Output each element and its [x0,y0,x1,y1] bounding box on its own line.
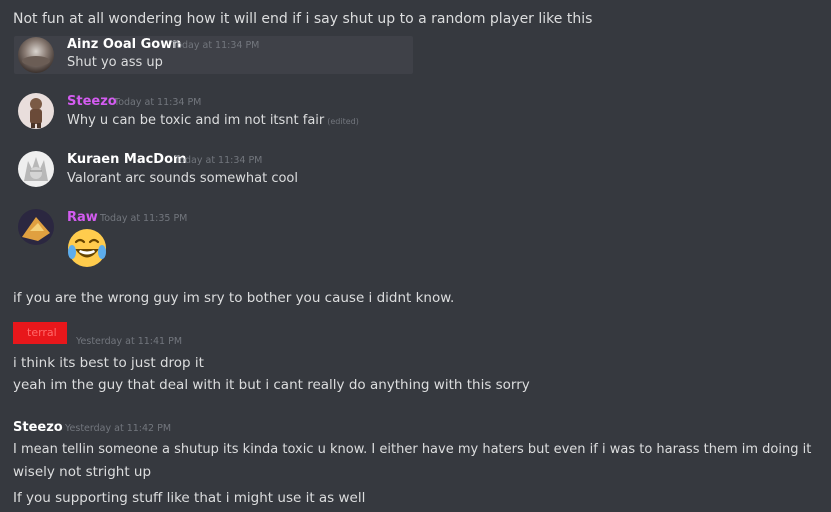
message-wrong-guy: if you are the wrong guy im sry to bothe… [13,290,455,306]
timestamp: Today at 11:35 PM [100,213,188,224]
quoted-message-raw[interactable]: Raw Today at 11:35 PM [14,208,413,272]
avatar-steezo[interactable] [18,93,54,129]
message-drop-it: i think its best to just drop it [13,355,204,371]
avatar-ainz[interactable] [18,37,54,73]
message-text: Why u can be toxic and im not itsnt fair… [67,113,359,128]
message-guy-that-deal: yeah im the guy that deal with it but i … [13,377,530,393]
quoted-message-steezo[interactable]: Steezo Today at 11:34 PM Why u can be to… [14,92,413,132]
edited-tag: (edited) [327,117,359,126]
steezo-timestamp: Yesterday at 11:42 PM [65,423,172,434]
username[interactable]: Steezo [67,94,117,109]
steezo-message-line-1: I mean tellin someone a shutup its kinda… [13,442,812,457]
message-text: Valorant arc sounds somewhat cool [67,171,298,186]
timestamp: Today at 11:34 PM [172,40,260,51]
timestamp: Today at 11:34 PM [175,155,263,166]
redacted-username[interactable]: terral [13,322,67,344]
steezo-username[interactable]: Steezo [13,420,63,435]
username[interactable]: Ainz Ooal Gown [67,37,181,52]
face-with-tears-of-joy-icon[interactable] [65,226,109,270]
avatar-kuraen[interactable] [18,151,54,187]
timestamp: Today at 11:34 PM [114,97,202,108]
steezo-message-line-3: If you supporting stuff like that i migh… [13,490,366,506]
message-text: Shut yo ass up [67,55,163,70]
username[interactable]: Kuraen MacDom [67,152,187,167]
quoted-message-kuraen[interactable]: Kuraen MacDom Today at 11:34 PM Valorant… [14,150,413,190]
steezo-message-line-2: wisely not stright up [13,464,152,480]
avatar-raw[interactable] [18,209,54,245]
quoted-message-ainz[interactable]: Ainz Ooal Gown Today at 11:34 PM Shut yo… [14,36,413,74]
intro-message: Not fun at all wondering how it will end… [13,11,593,27]
redacted-timestamp: Yesterday at 11:41 PM [76,336,183,347]
username[interactable]: Raw [67,210,98,225]
